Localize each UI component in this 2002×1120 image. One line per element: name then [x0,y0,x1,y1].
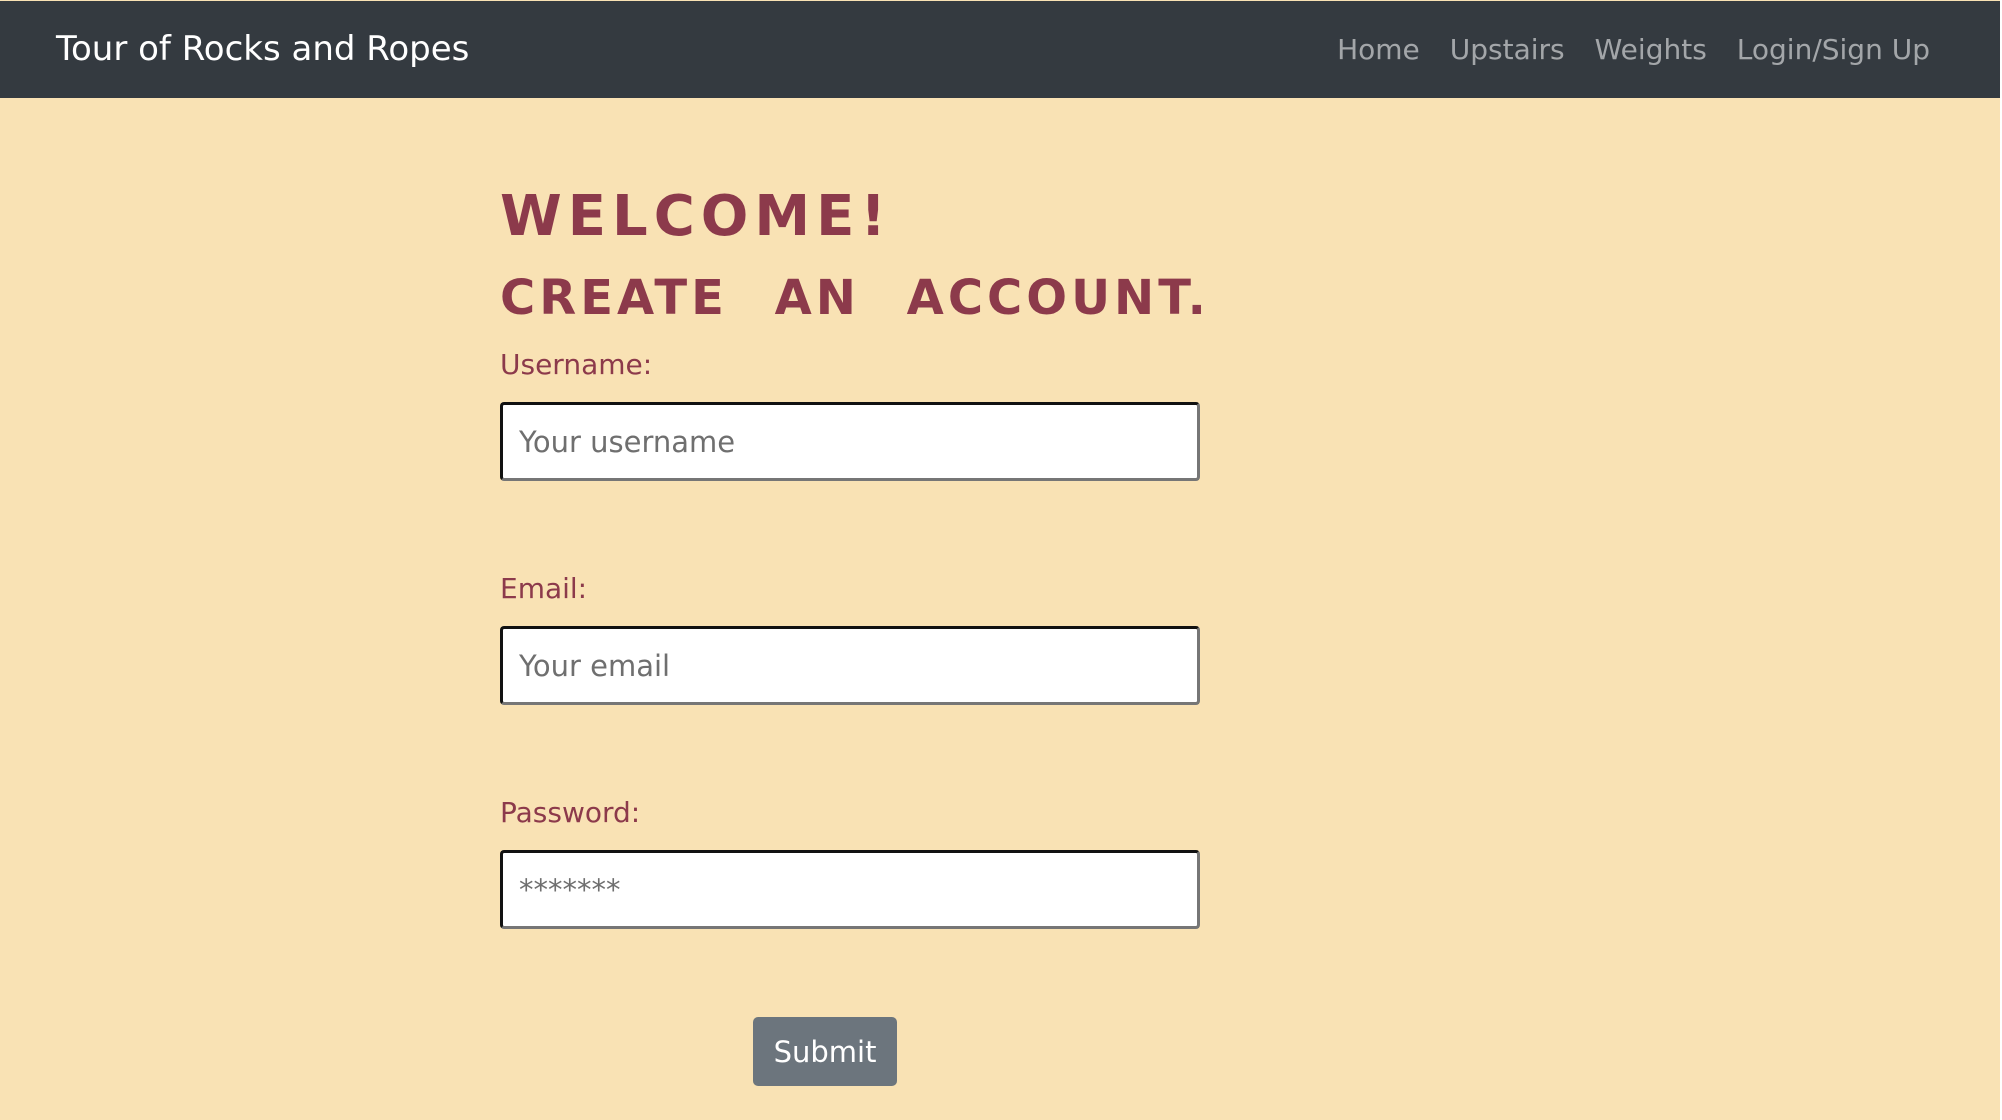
navbar-brand[interactable]: Tour of Rocks and Ropes [56,1,469,98]
nav-link-upstairs[interactable]: Upstairs [1450,33,1565,66]
submit-button[interactable]: Submit [753,1017,897,1086]
email-label: Email: [500,572,588,605]
username-label: Username: [500,348,653,381]
email-input[interactable] [500,626,1200,705]
password-input[interactable] [500,850,1200,929]
username-input[interactable] [500,402,1200,481]
nav-links: Home Upstairs Weights Login/Sign Up [1337,1,1930,98]
nav-link-login-signup[interactable]: Login/Sign Up [1737,33,1930,66]
password-label: Password: [500,796,641,829]
navbar: Tour of Rocks and Ropes Home Upstairs We… [0,1,2000,98]
nav-link-weights[interactable]: Weights [1595,33,1707,66]
page: Tour of Rocks and Ropes Home Upstairs We… [0,0,2000,1120]
browser-viewport: Tour of Rocks and Ropes Home Upstairs We… [0,0,2002,1120]
welcome-heading: Welcome! [500,184,892,249]
create-account-heading: Create an account. [500,270,1210,326]
nav-link-home[interactable]: Home [1337,33,1420,66]
